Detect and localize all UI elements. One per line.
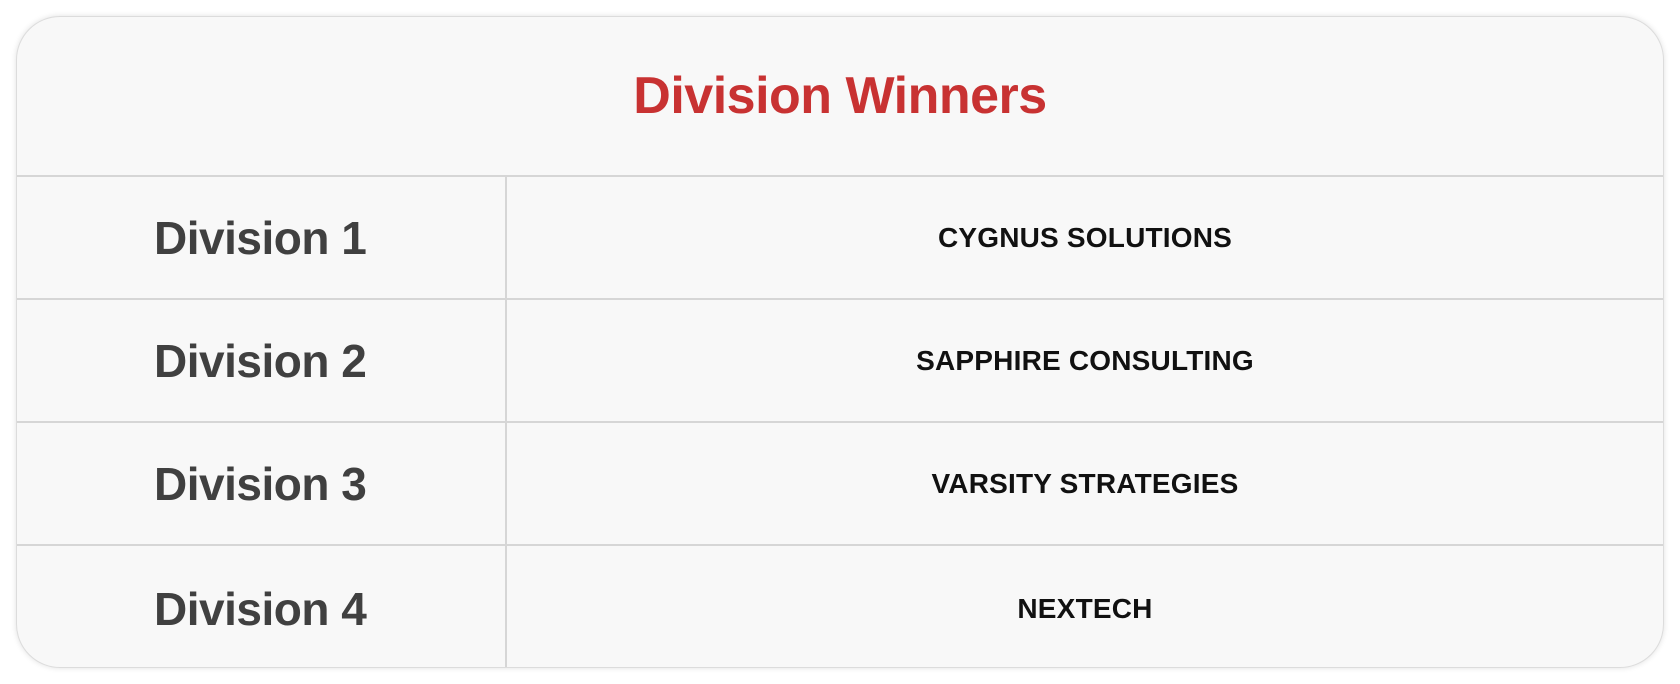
- division-label: Division 4: [17, 546, 507, 667]
- division-label: Division 3: [17, 423, 507, 544]
- table-row: Division 3 VARSITY STRATEGIES: [17, 423, 1663, 546]
- table-row: Division 4 NEXTECH: [17, 546, 1663, 667]
- table-row: Division 1 CYGNUS SOLUTIONS: [17, 177, 1663, 300]
- division-label: Division 1: [17, 177, 507, 298]
- winner-name: SAPPHIRE CONSULTING: [916, 344, 1254, 376]
- winners-table: Division 1 CYGNUS SOLUTIONS Division 2 S…: [17, 175, 1663, 667]
- winner-name: VARSITY STRATEGIES: [931, 467, 1239, 499]
- card-title: Division Winners: [633, 67, 1047, 125]
- division-winners-card: Division Winners Division 1 CYGNUS SOLUT…: [16, 16, 1664, 668]
- table-row: Division 2 SAPPHIRE CONSULTING: [17, 300, 1663, 423]
- division-label: Division 2: [17, 300, 507, 421]
- winner-name: NEXTECH: [1017, 592, 1153, 624]
- winner-name: CYGNUS SOLUTIONS: [937, 221, 1233, 253]
